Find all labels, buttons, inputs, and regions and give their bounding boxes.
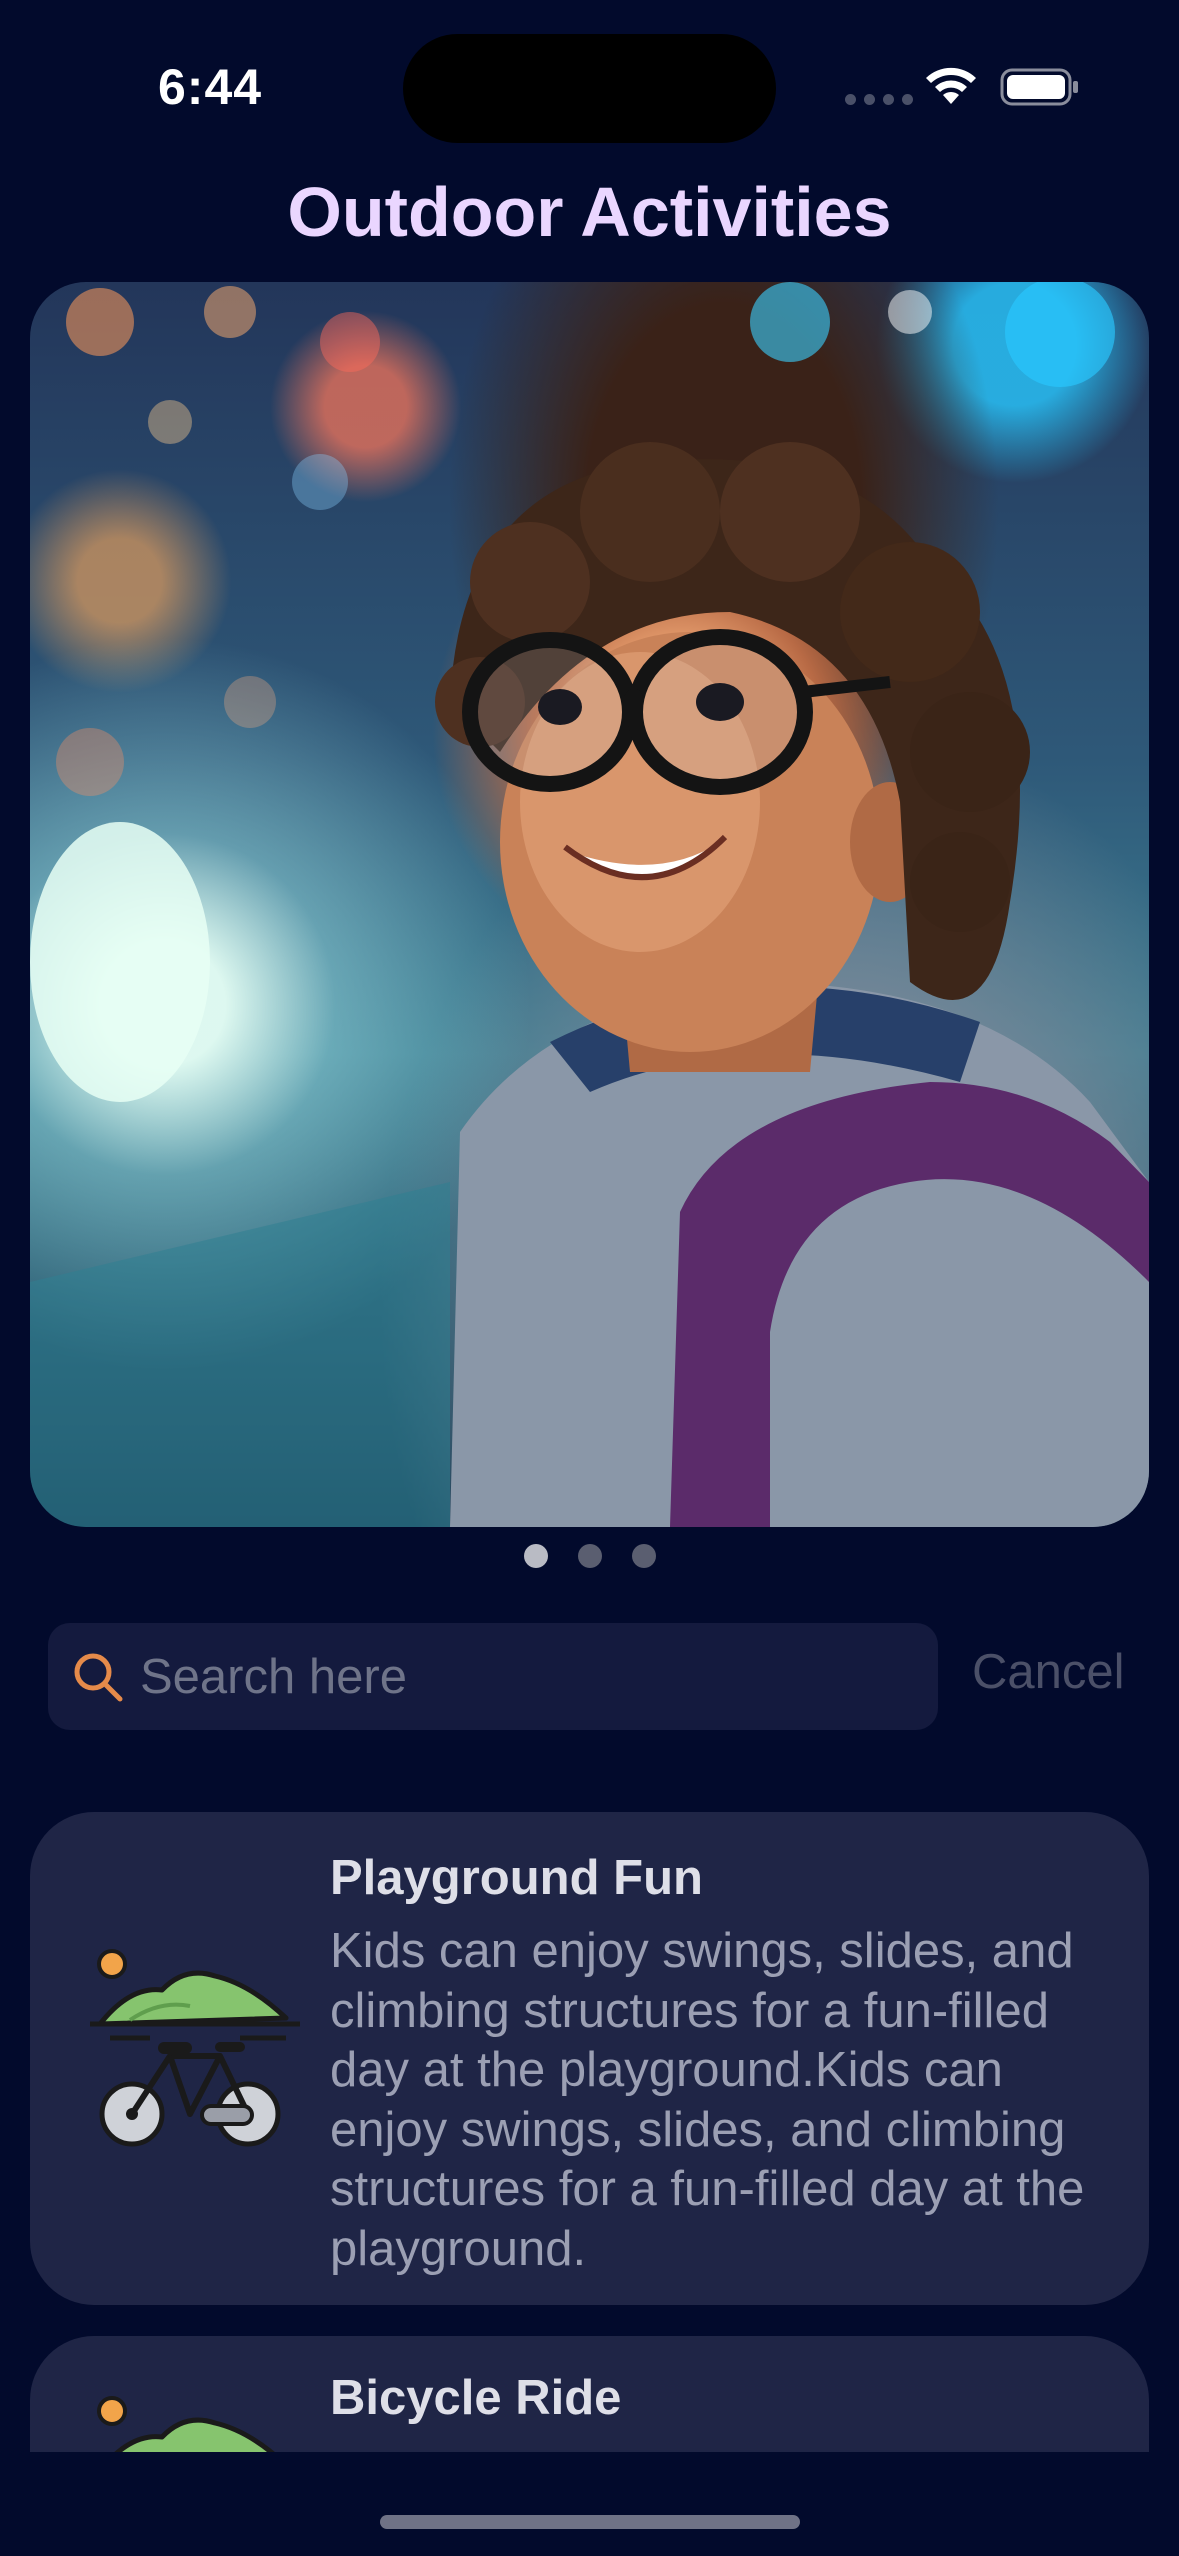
home-indicator[interactable]: [380, 2515, 800, 2529]
cellular-signal-icon: [845, 94, 913, 105]
activity-title: Bicycle Ride: [330, 2371, 622, 2425]
bicycle-hills-icon: [90, 1949, 300, 2147]
dynamic-island: [403, 34, 776, 143]
page-dot-2[interactable]: [578, 1544, 602, 1568]
page-title: Outdoor Activities: [287, 173, 892, 251]
hero-photo-illustration: [30, 282, 1149, 1527]
cancel-button[interactable]: Cancel: [972, 1644, 1125, 1700]
page-dot-3[interactable]: [632, 1544, 656, 1568]
wifi-icon: [926, 67, 976, 104]
search-input[interactable]: [140, 1623, 900, 1730]
screen: 6:44 Outdoor Activities Search here Canc…: [0, 0, 1179, 2556]
status-time: 6:44: [158, 59, 263, 115]
page-dot-1[interactable]: [524, 1544, 548, 1568]
search-bar[interactable]: [48, 1623, 938, 1730]
carousel-page-indicator[interactable]: [524, 1544, 656, 1568]
activity-card[interactable]: Playground Fun Kids can enjoy swings, sl…: [30, 1812, 1149, 2305]
battery-icon: [1000, 68, 1078, 106]
activity-description: Kids can enjoy swings, slides, and climb…: [330, 1924, 1085, 2276]
search-icon: [74, 1653, 123, 1702]
activity-title: Playground Fun: [330, 1851, 703, 1905]
hero-carousel-image[interactable]: [30, 282, 1149, 1527]
bottom-safe-area: [0, 2452, 1179, 2556]
